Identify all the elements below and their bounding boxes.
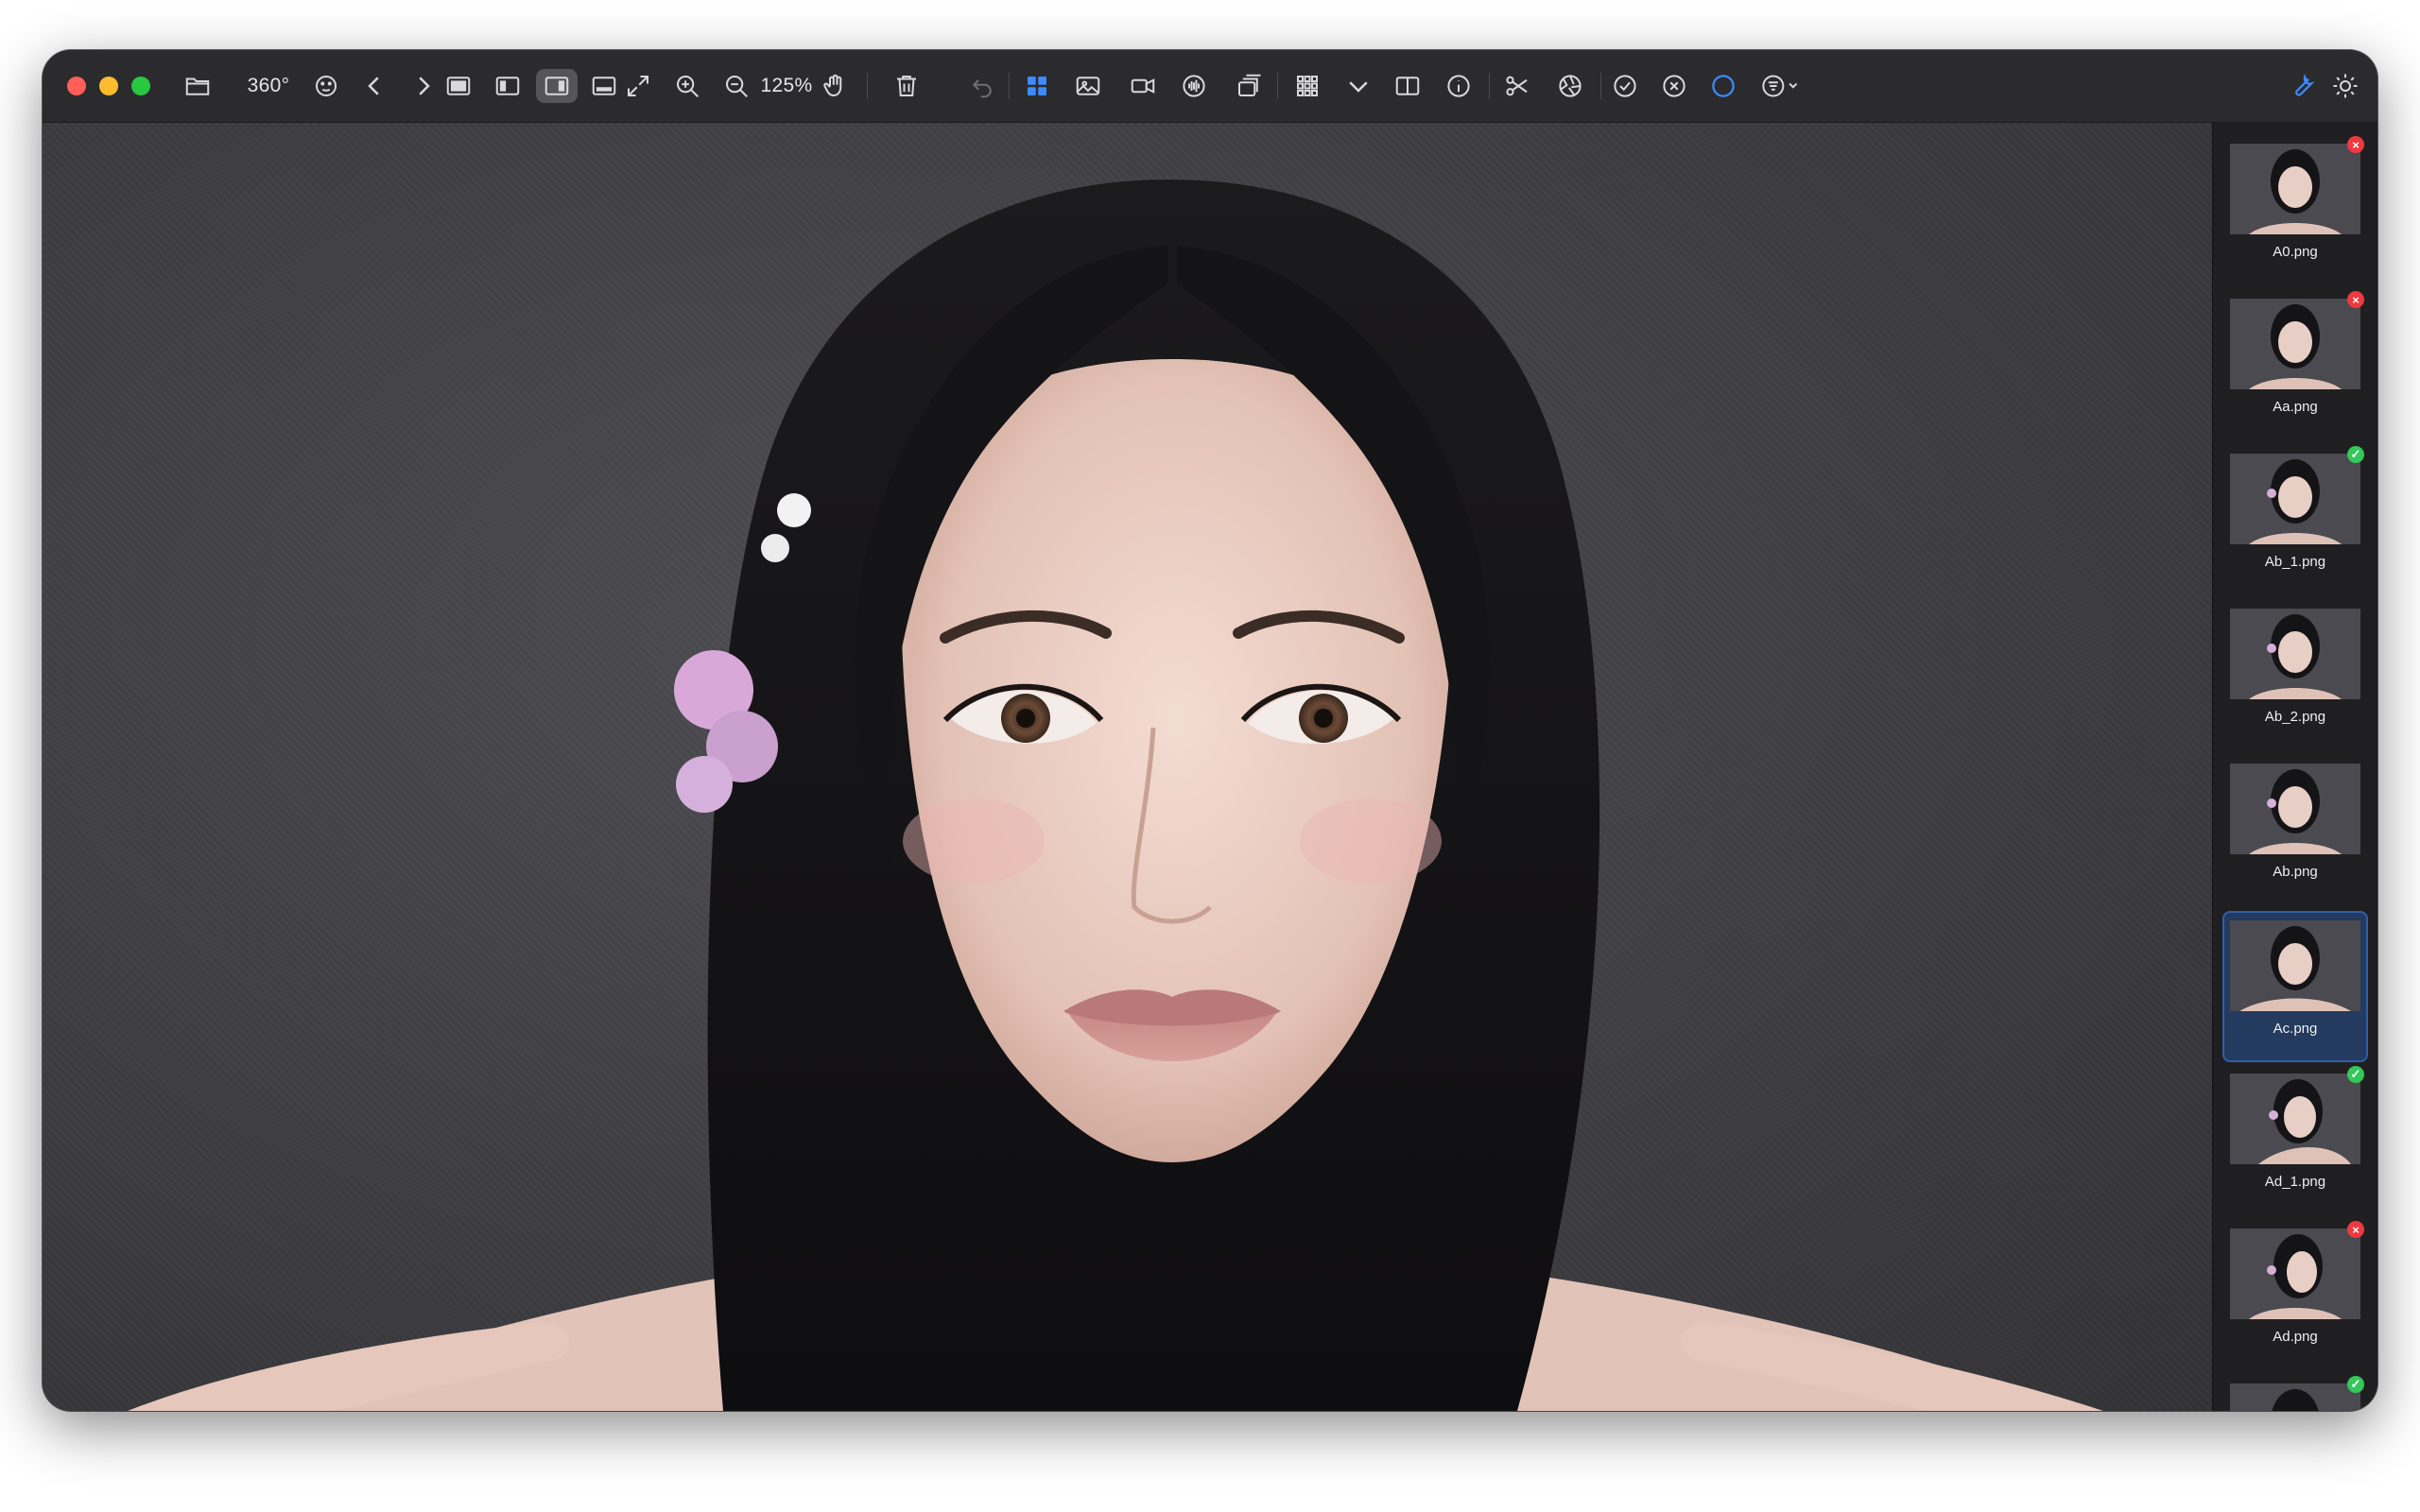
filter-icon[interactable] xyxy=(1755,69,1803,103)
apps-icon[interactable] xyxy=(1290,69,1324,103)
thumbnail-label: Ab.png xyxy=(2273,864,2318,880)
thumbnail-image xyxy=(2230,920,2360,1011)
thumbnail-item[interactable]: ✓ Ad_1.png xyxy=(2224,1066,2366,1213)
layout-right-icon[interactable] xyxy=(536,69,578,103)
thumbnail-image xyxy=(2230,1074,2360,1164)
scissors-icon[interactable] xyxy=(1500,69,1534,103)
thumbnail-item[interactable]: Ab_2.png xyxy=(2224,601,2366,748)
layout-bottom-icon[interactable] xyxy=(587,69,621,103)
toolbar: 360° 125% xyxy=(43,50,2377,123)
x-circle-icon[interactable] xyxy=(1657,69,1691,103)
undo-icon[interactable] xyxy=(965,69,999,103)
chevron-right-icon[interactable] xyxy=(409,69,438,103)
face-icon[interactable] xyxy=(309,69,343,103)
image-icon[interactable] xyxy=(1071,69,1105,103)
thumbnail-image xyxy=(2230,609,2360,699)
rejected-badge-icon: × xyxy=(2347,1221,2364,1238)
thumbnail-item[interactable]: Ab.png xyxy=(2224,756,2366,903)
expand-icon[interactable] xyxy=(621,69,655,103)
fullscreen-window-button[interactable] xyxy=(131,77,150,95)
thumbnail-label: Ad_1.png xyxy=(2264,1174,2326,1190)
image-viewer[interactable] xyxy=(43,123,2212,1411)
zoom-out-icon[interactable] xyxy=(719,69,753,103)
thumbnail-image xyxy=(2230,144,2360,234)
info-icon[interactable] xyxy=(1442,69,1476,103)
toolbar-divider xyxy=(1277,73,1278,99)
portrait-image xyxy=(128,180,2103,1411)
thumbnail-image xyxy=(2230,454,2360,544)
audio-icon[interactable] xyxy=(1177,69,1211,103)
accepted-badge-icon: ✓ xyxy=(2347,446,2364,463)
minimize-window-button[interactable] xyxy=(99,77,118,95)
trash-icon[interactable] xyxy=(890,69,924,103)
layout-single-icon[interactable] xyxy=(441,69,475,103)
video-icon[interactable] xyxy=(1126,69,1160,103)
thumbnail-item[interactable]: × Aa.png xyxy=(2224,291,2366,438)
aperture-icon[interactable] xyxy=(1553,69,1587,103)
thumbnail-label: A0.png xyxy=(2273,244,2318,260)
thumbnail-label: Ac.png xyxy=(2273,1021,2318,1037)
zoom-level[interactable]: 125% xyxy=(753,69,820,103)
thumbnail-item-selected[interactable]: Ac.png xyxy=(2222,911,2368,1062)
stack-icon[interactable] xyxy=(1232,69,1266,103)
thumbnail-label: Ad.png xyxy=(2273,1329,2318,1345)
app-window: 360° 125% × A0.png × Aa.png ✓ Ab_1.png A… xyxy=(43,50,2377,1411)
thumbnail-label: Aa.png xyxy=(2273,399,2318,415)
thumbnail-item[interactable]: ✓ xyxy=(2224,1376,2366,1411)
accepted-badge-icon: ✓ xyxy=(2347,1376,2364,1393)
thumbnail-label: Ab_1.png xyxy=(2264,554,2326,570)
thumbnail-item[interactable]: × Ad.png xyxy=(2224,1221,2366,1368)
wrench-icon[interactable] xyxy=(2285,69,2319,103)
thumbnail-label: Ab_2.png xyxy=(2264,709,2326,725)
toolbar-divider xyxy=(1489,73,1490,99)
layout-left-icon[interactable] xyxy=(491,69,525,103)
toolbar-divider xyxy=(1009,73,1010,99)
split-icon[interactable] xyxy=(1391,69,1425,103)
rejected-badge-icon: × xyxy=(2347,291,2364,308)
thumbnail-image xyxy=(2230,299,2360,389)
zoom-in-icon[interactable] xyxy=(670,69,704,103)
chevron-left-icon[interactable] xyxy=(360,69,389,103)
thumbnail-image xyxy=(2230,1228,2360,1319)
close-window-button[interactable] xyxy=(67,77,86,95)
thumbnail-image xyxy=(2230,764,2360,854)
zoom-level-label: 125% xyxy=(760,75,813,96)
sun-icon[interactable] xyxy=(2328,69,2362,103)
grid-icon[interactable] xyxy=(1020,69,1054,103)
thumbnail-image xyxy=(2230,1383,2360,1411)
chevron-down-icon[interactable] xyxy=(1341,69,1375,103)
rejected-badge-icon: × xyxy=(2347,136,2364,153)
circle-icon[interactable] xyxy=(1706,69,1740,103)
folder-icon[interactable] xyxy=(181,69,215,103)
hand-icon[interactable] xyxy=(818,69,852,103)
rotate-360-label: 360° xyxy=(247,75,290,96)
toolbar-divider xyxy=(867,73,868,99)
check-circle-icon[interactable] xyxy=(1608,69,1642,103)
toolbar-divider xyxy=(1600,73,1601,99)
thumbnail-item[interactable]: × A0.png xyxy=(2224,136,2366,284)
thumbnail-sidebar: × A0.png × Aa.png ✓ Ab_1.png Ab_2.png Ab… xyxy=(2212,123,2377,1411)
thumbnail-item[interactable]: ✓ Ab_1.png xyxy=(2224,446,2366,593)
rotate-360-button[interactable]: 360° xyxy=(239,69,298,103)
accepted-badge-icon: ✓ xyxy=(2347,1066,2364,1083)
